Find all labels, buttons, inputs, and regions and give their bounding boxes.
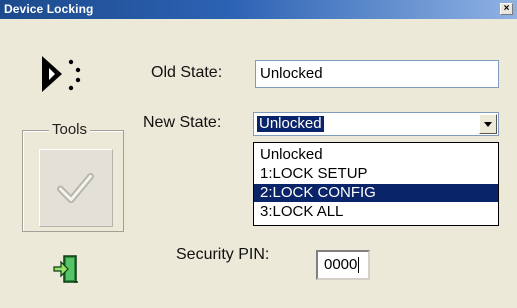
tools-group: Tools <box>22 121 124 232</box>
security-pin-input[interactable]: 0000 <box>316 250 370 280</box>
title-bar[interactable]: Device Locking × <box>0 0 517 19</box>
device-locking-dialog: Device Locking × Old State: Unlocked New… <box>0 0 517 308</box>
old-state-field[interactable]: Unlocked <box>255 60 499 88</box>
new-state-select[interactable]: Unlocked <box>253 112 499 136</box>
new-state-dropdown-list: Unlocked 1:LOCK SETUP 2:LOCK CONFIG 3:LO… <box>253 142 499 226</box>
dropdown-option-unlocked[interactable]: Unlocked <box>254 146 498 164</box>
new-state-selected-value: Unlocked <box>256 115 325 133</box>
tools-group-label: Tools <box>49 121 91 138</box>
dropdown-option-lock-all[interactable]: 3:LOCK ALL <box>254 203 498 221</box>
security-pin-label: Security PIN: <box>176 246 270 263</box>
window-title: Device Locking <box>4 2 94 16</box>
old-state-label: Old State: <box>151 64 223 81</box>
security-pin-value: 0000 <box>324 256 358 273</box>
dropdown-arrow-button[interactable] <box>479 114 497 134</box>
dropdown-option-lock-config[interactable]: 2:LOCK CONFIG <box>254 184 498 202</box>
dropdown-option-lock-setup[interactable]: 1:LOCK SETUP <box>254 165 498 183</box>
close-button[interactable]: × <box>500 3 513 15</box>
new-state-label: New State: <box>143 114 222 131</box>
brand-logo-icon <box>42 56 81 92</box>
apply-lock-button[interactable] <box>39 149 113 227</box>
text-caret <box>358 257 360 274</box>
exit-door-icon[interactable] <box>52 254 80 284</box>
checkmark-icon <box>57 172 94 204</box>
